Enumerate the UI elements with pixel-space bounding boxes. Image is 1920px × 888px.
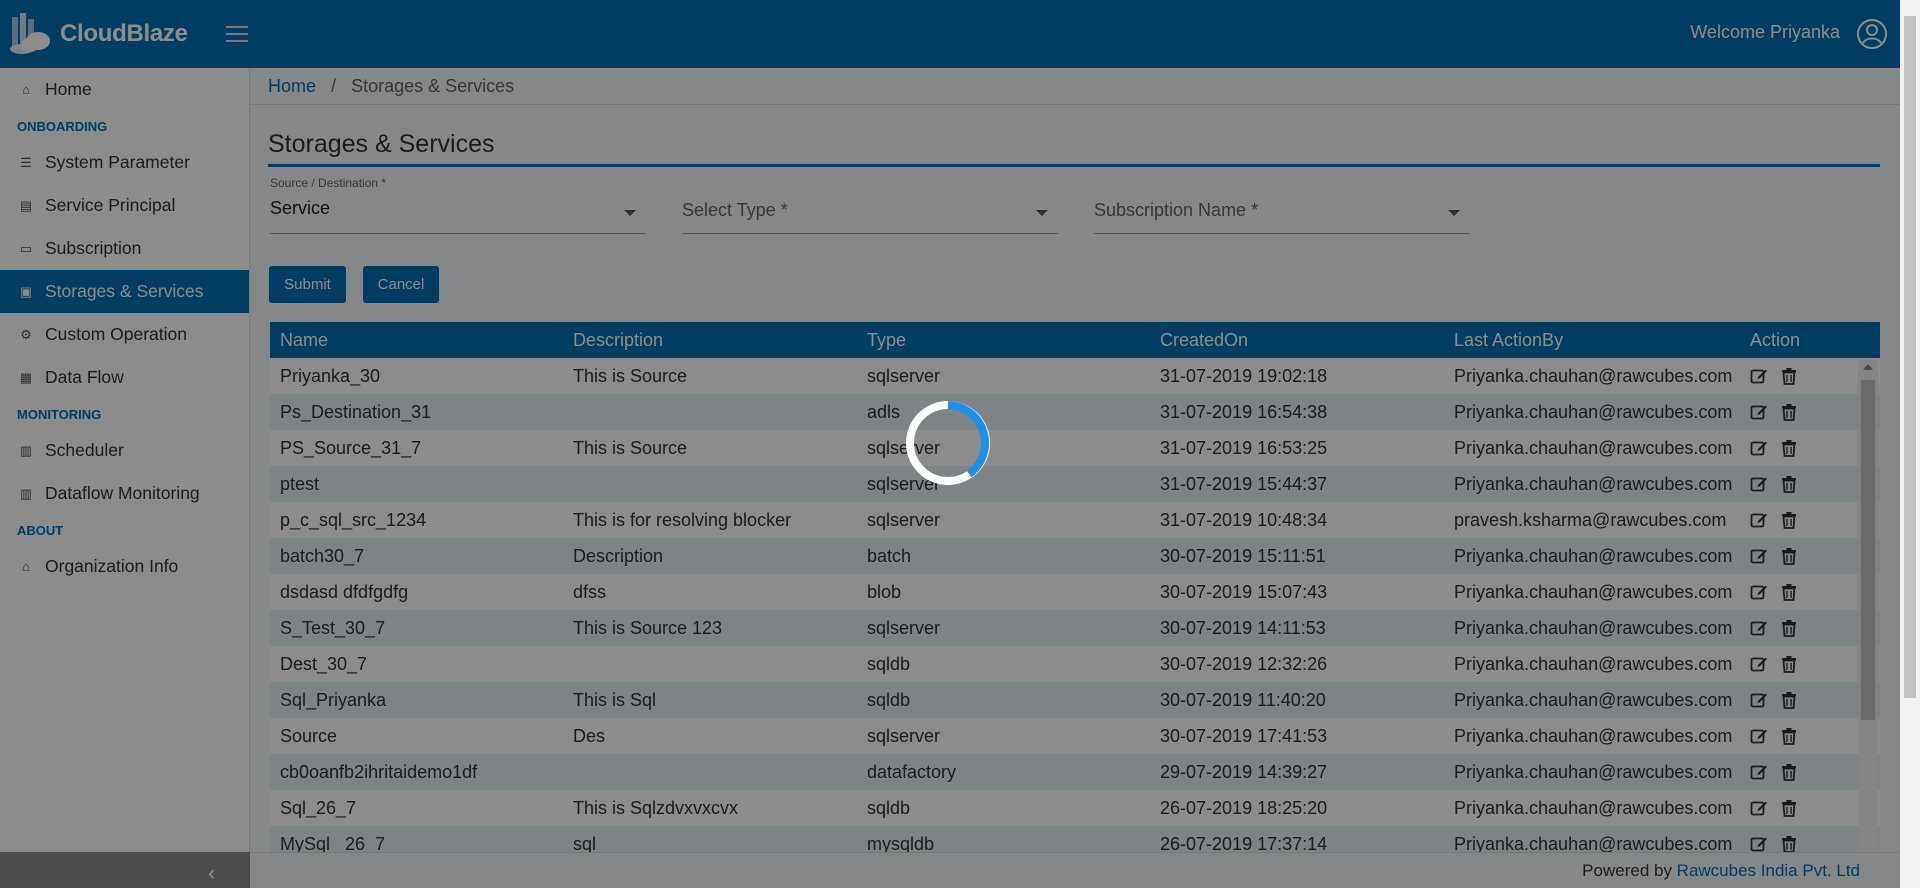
page-scrollbar-thumb[interactable] <box>1904 16 1916 698</box>
loading-overlay <box>0 0 1900 888</box>
page-scrollbar[interactable] <box>1900 0 1920 888</box>
loading-spinner-icon <box>906 401 990 485</box>
